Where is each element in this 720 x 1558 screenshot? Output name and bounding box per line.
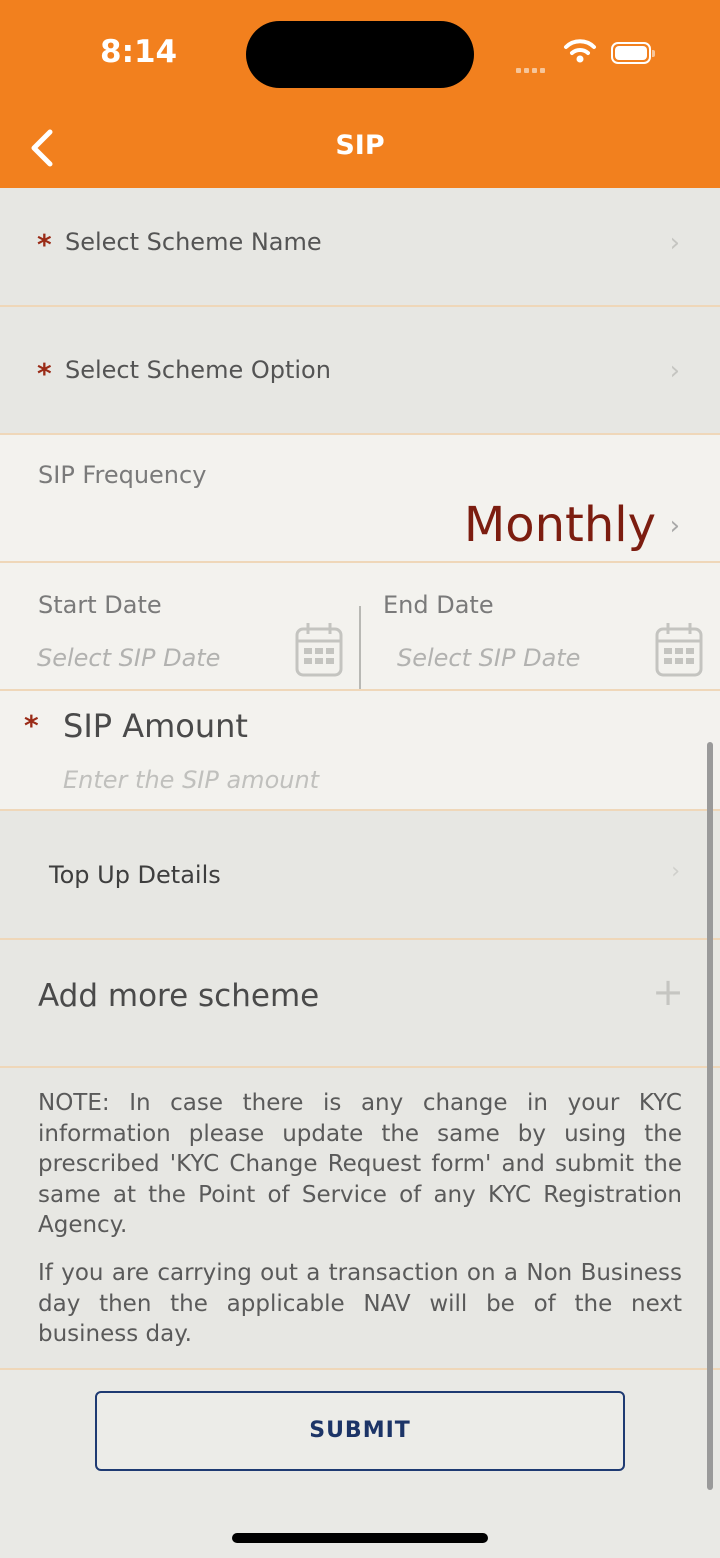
dynamic-island [246,21,474,88]
top-up-details-row[interactable]: Top Up Details › [0,811,720,940]
home-indicator[interactable] [232,1533,488,1543]
chevron-right-icon: › [671,859,680,884]
header-bar: 8:14 SIP [0,0,720,188]
scheme-option-selector[interactable]: * Select Scheme Option › [0,307,720,435]
chevron-right-icon: › [669,356,680,386]
scheme-name-label: Select Scheme Name [65,228,322,256]
add-more-scheme-row[interactable]: Add more scheme + [0,940,720,1068]
sip-dates-row: Start Date Select SIP Date End Date Sele… [0,563,720,691]
calendar-icon[interactable] [655,621,703,681]
plus-icon[interactable]: + [652,970,684,1014]
wifi-icon [563,38,597,68]
page-title: SIP [335,130,385,161]
calendar-icon[interactable] [295,621,343,681]
cellular-signal-icon [516,58,552,73]
sip-amount-field: * SIP Amount Enter the SIP amount [0,691,720,811]
sip-frequency-selector[interactable]: SIP Frequency Monthly › [0,435,720,563]
top-up-label: Top Up Details [49,861,221,889]
kyc-note: NOTE: In case there is any change in you… [38,1090,682,1238]
notes-section: NOTE: In case there is any change in you… [0,1068,720,1370]
start-date-input[interactable]: Select SIP Date [37,644,220,672]
chevron-right-icon: › [669,511,680,541]
end-date-label: End Date [383,591,494,619]
sip-amount-input[interactable]: Enter the SIP amount [63,766,319,794]
scheme-name-selector[interactable]: * Select Scheme Name › [0,188,720,307]
start-date-label: Start Date [38,591,162,619]
nav-note: If you are carrying out a transaction on… [38,1260,682,1347]
chevron-right-icon: › [669,228,680,258]
date-divider [359,606,361,689]
sip-frequency-value: Monthly [463,497,656,553]
scrollbar[interactable] [707,742,713,1490]
battery-icon [611,42,655,64]
required-asterisk: * [24,709,39,742]
end-date-input[interactable]: Select SIP Date [397,644,580,672]
add-scheme-label: Add more scheme [38,978,320,1014]
sip-frequency-label: SIP Frequency [38,461,207,489]
required-asterisk: * [37,357,52,390]
status-time: 8:14 [100,34,178,70]
sip-amount-label: SIP Amount [63,707,248,745]
submit-button[interactable]: SUBMIT [95,1391,625,1471]
scheme-option-label: Select Scheme Option [65,356,331,384]
required-asterisk: * [37,228,52,261]
